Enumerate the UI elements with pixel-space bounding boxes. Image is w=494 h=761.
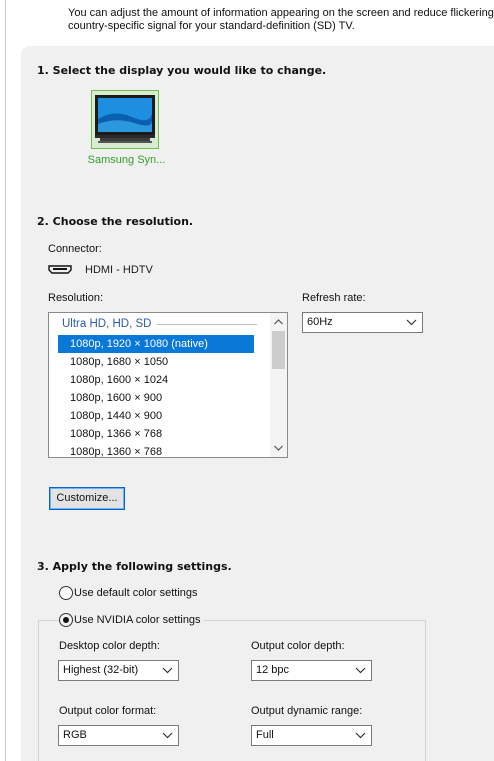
- radio-selected-dot: [63, 617, 69, 623]
- scrollbar[interactable]: [270, 313, 287, 457]
- resolution-item[interactable]: 1080p, 1440 × 900: [58, 407, 254, 425]
- output-dynamic-range-dropdown[interactable]: Full: [251, 725, 372, 746]
- desktop-color-depth-label: Desktop color depth:: [59, 640, 160, 652]
- desktop-color-depth-dropdown[interactable]: Highest (32-bit): [58, 660, 179, 681]
- refresh-rate-value: 60Hz: [307, 316, 333, 328]
- section-3-title: 3. Apply the following settings.: [37, 560, 232, 573]
- refresh-rate-dropdown[interactable]: 60Hz: [302, 312, 423, 333]
- output-dynamic-range-value: Full: [256, 729, 274, 741]
- resolution-item[interactable]: 1080p, 1600 × 900: [58, 389, 254, 407]
- monitor-icon: [95, 95, 155, 143]
- connector-value: HDMI - HDTV: [85, 264, 153, 276]
- group-divider: [157, 324, 257, 325]
- radio-nvidia-colors[interactable]: [59, 613, 73, 627]
- intro-line-2: country-specific signal for your standar…: [68, 19, 355, 32]
- resolution-label: Resolution:: [48, 292, 104, 304]
- radio-default-label: Use default color settings: [74, 587, 198, 599]
- output-color-format-label: Output color format:: [59, 705, 157, 717]
- intro-line-1: You can adjust the amount of information…: [68, 7, 494, 19]
- chevron-down-icon: [162, 732, 173, 739]
- scrollbar-thumb[interactable]: [272, 331, 285, 369]
- scroll-up-arrow-icon[interactable]: [270, 314, 287, 330]
- left-border: [5, 0, 6, 761]
- connector-label: Connector:: [48, 243, 102, 255]
- resolution-item[interactable]: 1080p, 1920 × 1080 (native): [58, 335, 254, 353]
- desktop-color-depth-value: Highest (32-bit): [63, 664, 139, 676]
- output-color-depth-dropdown[interactable]: 12 bpc: [251, 660, 372, 681]
- scroll-down-arrow-icon[interactable]: [270, 440, 287, 456]
- output-color-depth-label: Output color depth:: [251, 640, 345, 652]
- list-group-header: Ultra HD, HD, SD: [62, 318, 152, 330]
- customize-button[interactable]: Customize...: [49, 487, 125, 510]
- chevron-down-icon: [406, 319, 417, 326]
- intro-text: You can adjust the amount of information…: [68, 7, 494, 32]
- resolution-listbox[interactable]: Ultra HD, HD, SD 1080p, 1920 × 1080 (nat…: [48, 312, 288, 458]
- chevron-down-icon: [162, 667, 173, 674]
- resolution-items: 1080p, 1920 × 1080 (native) 1080p, 1680 ×…: [58, 335, 254, 457]
- resolution-item[interactable]: 1080p, 1600 × 1024: [58, 371, 254, 389]
- chevron-down-icon: [355, 667, 366, 674]
- hdmi-connector-icon: [48, 265, 72, 274]
- refresh-rate-label: Refresh rate:: [302, 292, 366, 304]
- section-2-title: 2. Choose the resolution.: [37, 215, 194, 228]
- resolution-item[interactable]: 1080p, 1360 × 768: [58, 443, 254, 457]
- chevron-down-icon: [355, 732, 366, 739]
- resolution-item[interactable]: 1080p, 1366 × 768: [58, 425, 254, 443]
- output-color-format-dropdown[interactable]: RGB: [58, 725, 179, 746]
- section-1-title: 1. Select the display you would like to …: [37, 64, 327, 77]
- output-color-depth-value: 12 bpc: [256, 664, 290, 676]
- display-name: Samsung Syn...: [87, 154, 166, 166]
- output-color-format-value: RGB: [63, 729, 87, 741]
- radio-default-colors[interactable]: [59, 586, 73, 600]
- resolution-item[interactable]: 1080p, 1680 × 1050: [58, 353, 254, 371]
- output-dynamic-range-label: Output dynamic range:: [251, 705, 363, 717]
- display-tile-samsung[interactable]: [91, 90, 159, 149]
- radio-nvidia-label: Use NVIDIA color settings: [74, 614, 204, 626]
